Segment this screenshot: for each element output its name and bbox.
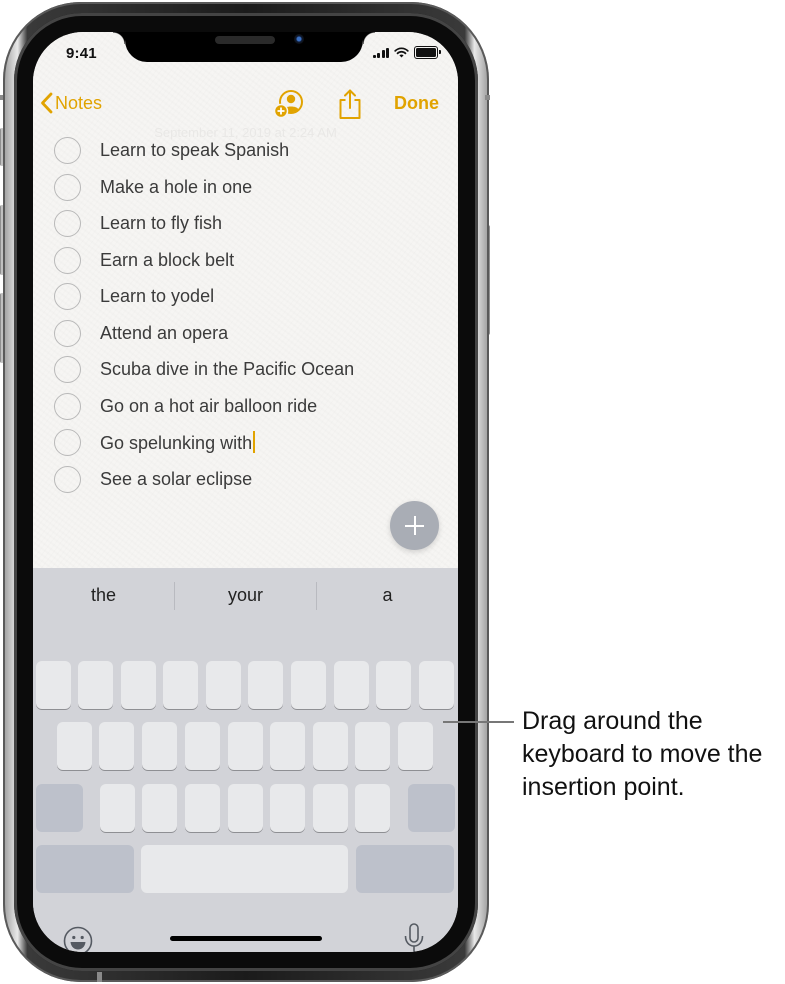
phone-screen: 9:41 Notes Done September 11, 2019 at 2:… — [33, 32, 458, 952]
checkbox-circle[interactable] — [54, 246, 81, 274]
suggestion-1[interactable]: the — [33, 568, 174, 620]
blank-key[interactable] — [121, 661, 156, 709]
blank-key[interactable] — [270, 722, 305, 770]
blank-key[interactable] — [313, 784, 348, 832]
front-camera — [294, 34, 304, 44]
checklist-item: Learn to yodel — [33, 278, 458, 314]
microphone-icon — [404, 923, 424, 952]
blank-key[interactable] — [355, 784, 390, 832]
predictive-bar: the your a — [33, 568, 458, 620]
checklist-item: Scuba dive in the Pacific Ocean — [33, 351, 458, 387]
checkbox-circle[interactable] — [54, 136, 81, 164]
earpiece-speaker — [215, 36, 275, 44]
add-button[interactable] — [390, 501, 439, 550]
cellular-signal-icon — [372, 47, 389, 58]
chevron-left-icon — [41, 92, 53, 114]
add-person-button[interactable] — [273, 88, 307, 125]
emoji-button[interactable] — [63, 926, 93, 952]
checkbox-circle[interactable] — [54, 282, 81, 310]
share-button[interactable] — [338, 88, 362, 125]
checklist-item-text[interactable]: Learn to fly fish — [100, 213, 222, 234]
checklist-item-text[interactable]: Attend an opera — [100, 323, 228, 344]
numbers-key[interactable] — [36, 845, 134, 893]
blank-key[interactable] — [228, 784, 263, 832]
blank-key[interactable] — [36, 661, 71, 709]
checkbox-circle[interactable] — [54, 173, 81, 201]
suggestion-3[interactable]: a — [317, 568, 458, 620]
suggestion-2[interactable]: your — [175, 568, 316, 620]
shift-key[interactable] — [36, 784, 83, 832]
checklist-item: Attend an opera — [33, 315, 458, 351]
checkbox-circle[interactable] — [54, 319, 81, 347]
status-icons — [372, 46, 441, 59]
blank-key[interactable] — [57, 722, 92, 770]
blank-key[interactable] — [78, 661, 113, 709]
checklist-item: Learn to fly fish — [33, 205, 458, 241]
callout-leader-line — [443, 721, 514, 723]
blank-key[interactable] — [291, 661, 326, 709]
checkbox-circle[interactable] — [54, 355, 81, 383]
return-key[interactable] — [356, 845, 454, 893]
blank-key[interactable] — [419, 661, 454, 709]
space-key[interactable] — [141, 845, 348, 893]
checklist-item-text[interactable]: Go on a hot air balloon ride — [100, 396, 317, 417]
blank-key[interactable] — [270, 784, 305, 832]
blank-key[interactable] — [398, 722, 433, 770]
checklist-item: See a solar eclipse — [33, 461, 458, 497]
checkbox-circle[interactable] — [54, 428, 81, 456]
checklist-item-text: Go spelunking with — [100, 432, 253, 453]
checklist-item-active[interactable]: Go spelunking with — [100, 430, 256, 454]
antenna-band — [485, 95, 490, 100]
blank-key[interactable] — [99, 722, 134, 770]
blank-key[interactable] — [248, 661, 283, 709]
antenna-band — [97, 972, 102, 982]
checklist-item: Learn to speak Spanish — [33, 132, 458, 168]
blank-key[interactable] — [142, 784, 177, 832]
add-person-icon — [273, 90, 303, 119]
checklist-item-text[interactable]: Learn to yodel — [100, 286, 214, 307]
checkbox-circle[interactable] — [54, 465, 81, 493]
checklist-item-text[interactable]: Make a hole in one — [100, 177, 252, 198]
back-button-label: Notes — [55, 92, 103, 113]
callout-text: Drag around the keyboard to move the ins… — [522, 707, 763, 801]
notch — [113, 32, 375, 62]
blank-key[interactable] — [228, 722, 263, 770]
blank-key[interactable] — [100, 784, 135, 832]
checklist-item: Make a hole in one — [33, 169, 458, 205]
blank-key[interactable] — [163, 661, 198, 709]
navigation-bar: Notes Done — [33, 86, 458, 122]
blank-key[interactable] — [185, 722, 220, 770]
checklist-item-text[interactable]: Scuba dive in the Pacific Ocean — [100, 359, 354, 380]
checklist-item-text[interactable]: Learn to speak Spanish — [100, 140, 289, 161]
delete-key[interactable] — [408, 784, 455, 832]
blank-key[interactable] — [185, 784, 220, 832]
emoji-icon — [63, 926, 93, 952]
blank-key[interactable] — [376, 661, 411, 709]
status-time: 9:41 — [66, 45, 97, 62]
blank-key[interactable] — [206, 661, 241, 709]
done-button[interactable]: Done — [394, 93, 439, 114]
checklist-item: Go on a hot air balloon ride — [33, 388, 458, 424]
blank-key[interactable] — [313, 722, 348, 770]
checklist-item: Go spelunking with — [33, 424, 458, 460]
dictation-button[interactable] — [403, 922, 425, 952]
battery-icon — [414, 46, 441, 59]
checklist-item-text[interactable]: See a solar eclipse — [100, 469, 252, 490]
checklist-item-text[interactable]: Earn a block belt — [100, 250, 234, 271]
share-icon — [339, 89, 361, 119]
blank-key[interactable] — [355, 722, 390, 770]
keyboard-trackpad[interactable]: the your a — [33, 568, 458, 952]
back-button[interactable]: Notes — [40, 92, 102, 114]
insertion-point-cursor — [253, 430, 256, 453]
checkbox-circle[interactable] — [54, 392, 81, 420]
home-indicator[interactable] — [170, 936, 322, 941]
checkbox-circle[interactable] — [54, 209, 81, 237]
blank-key[interactable] — [334, 661, 369, 709]
checklist-item: Earn a block belt — [33, 242, 458, 278]
wifi-icon — [394, 47, 409, 58]
blank-key[interactable] — [142, 722, 177, 770]
